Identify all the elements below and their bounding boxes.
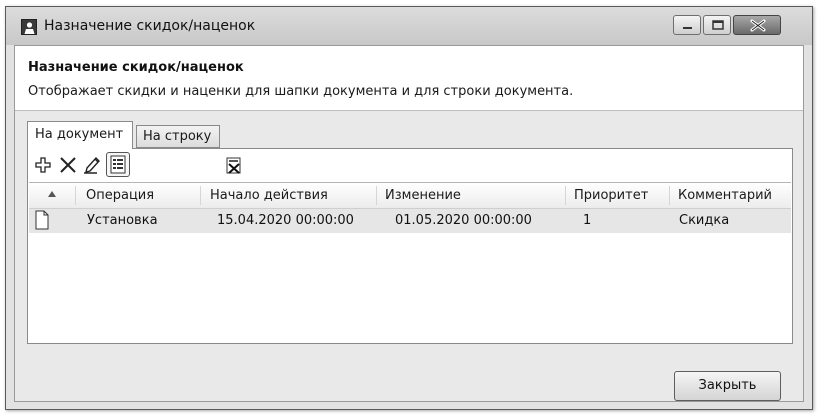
data-grid: Операция Начало действия Изменение Приор… <box>29 182 791 343</box>
cell-comment: Скидка <box>679 213 730 228</box>
column-separator[interactable] <box>376 186 377 205</box>
dialog-body: Назначение скидок/наценок Отображает ски… <box>14 45 804 402</box>
cell-changed: 01.05.2020 00:00:00 <box>395 213 532 228</box>
tab-document[interactable]: На документ <box>27 121 133 149</box>
column-separator[interactable] <box>75 186 76 205</box>
minimize-button[interactable] <box>673 15 701 35</box>
column-header-start[interactable]: Начало действия <box>210 188 328 203</box>
cell-priority: 1 <box>583 213 592 228</box>
sort-asc-icon[interactable] <box>47 190 57 198</box>
column-separator[interactable] <box>200 186 201 205</box>
add-icon[interactable] <box>33 155 53 175</box>
window-close-button[interactable] <box>733 15 781 35</box>
app-icon <box>21 19 37 35</box>
close-button[interactable]: Закрыть <box>674 371 781 401</box>
tab-row[interactable]: На строку <box>136 125 220 148</box>
column-separator[interactable] <box>669 186 670 205</box>
filter-icon[interactable] <box>106 152 130 177</box>
clear-filter-icon[interactable] <box>224 155 244 175</box>
grid-header: Операция Начало действия Изменение Приор… <box>29 183 791 209</box>
dialog-window: Назначение скидок/наценок Назначение ски… <box>5 6 813 410</box>
window-title: Назначение скидок/наценок <box>44 18 256 34</box>
minimize-icon <box>683 27 692 29</box>
cell-start: 15.04.2020 00:00:00 <box>217 213 354 228</box>
tab-panel: Операция Начало действия Изменение Приор… <box>27 148 793 344</box>
page-title: Назначение скидок/наценок <box>28 60 244 75</box>
document-icon <box>35 210 49 230</box>
maximize-button[interactable] <box>703 15 731 35</box>
close-icon <box>750 19 766 32</box>
column-header-changed[interactable]: Изменение <box>385 188 461 203</box>
column-separator[interactable] <box>565 186 566 205</box>
column-header-comment[interactable]: Комментарий <box>678 188 772 203</box>
info-header: Назначение скидок/наценок Отображает ски… <box>15 46 803 111</box>
table-row[interactable]: Установка 15.04.2020 00:00:00 01.05.2020… <box>29 209 791 233</box>
title-bar[interactable]: Назначение скидок/наценок <box>6 7 812 45</box>
page-description: Отображает скидки и наценки для шапки до… <box>28 84 574 99</box>
column-header-operation[interactable]: Операция <box>86 188 154 203</box>
delete-icon[interactable] <box>58 155 78 175</box>
column-header-priority[interactable]: Приоритет <box>574 188 648 203</box>
cell-operation: Установка <box>87 213 158 228</box>
edit-icon[interactable] <box>82 155 102 175</box>
